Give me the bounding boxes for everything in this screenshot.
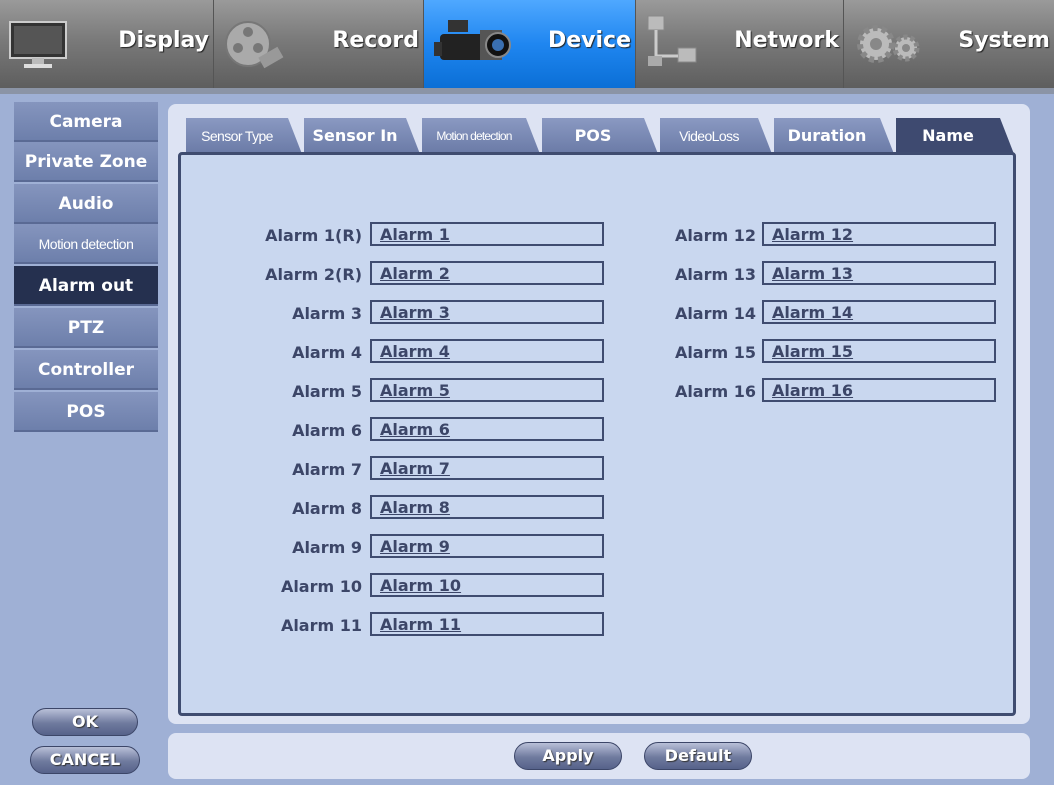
alarm-label: Alarm 8	[292, 499, 362, 518]
apply-button[interactable]: Apply	[514, 742, 622, 770]
sidebar-item-private-zone[interactable]: Private Zone	[14, 142, 158, 182]
alarm-name-field[interactable]: Alarm 14	[762, 300, 996, 324]
sidebar-item-alarm-out[interactable]: Alarm out	[14, 266, 158, 306]
sidebar-item-motion-detection[interactable]: Motion detection	[14, 224, 158, 264]
alarm-name-field[interactable]: Alarm 2	[370, 261, 604, 285]
alarm-name-field[interactable]: Alarm 10	[370, 573, 604, 597]
alarm-label: Alarm 15	[674, 343, 756, 362]
menu-label-network: Network	[734, 28, 839, 53]
alarm-label: Alarm 13	[674, 265, 756, 284]
alarm-name-field[interactable]: Alarm 13	[762, 261, 996, 285]
alarm-name-field[interactable]: Alarm 12	[762, 222, 996, 246]
alarm-name-field[interactable]: Alarm 5	[370, 378, 604, 402]
monitor-icon	[6, 12, 70, 80]
film-reel-icon	[220, 12, 284, 80]
camcorder-icon	[430, 12, 516, 80]
alarm-label: Alarm 12	[674, 226, 756, 245]
menu-label-system: System	[958, 28, 1050, 53]
sidebar-item-ptz[interactable]: PTZ	[14, 308, 158, 348]
tab-motion-detection[interactable]: Motion detection	[422, 118, 540, 154]
sidebar-item-pos[interactable]: POS	[14, 392, 158, 432]
alarm-label: Alarm 10	[280, 577, 362, 596]
tab-sensor-type[interactable]: Sensor Type	[186, 118, 302, 154]
alarm-name-field[interactable]: Alarm 11	[370, 612, 604, 636]
sidebar-item-audio[interactable]: Audio	[14, 184, 158, 224]
alarm-label: Alarm 16	[674, 382, 756, 401]
alarm-name-field[interactable]: Alarm 6	[370, 417, 604, 441]
menu-label-device: Device	[547, 28, 631, 53]
alarm-name-field[interactable]: Alarm 9	[370, 534, 604, 558]
default-button[interactable]: Default	[644, 742, 752, 770]
top-menu-bar: Display Record Device Network System	[0, 0, 1054, 94]
menu-tab-display[interactable]: Display	[0, 0, 214, 88]
network-icon	[642, 12, 706, 80]
alarm-label: Alarm 9	[292, 538, 362, 557]
tab-videoloss[interactable]: VideoLoss	[660, 118, 772, 154]
gears-icon	[850, 12, 930, 80]
alarm-name-field[interactable]: Alarm 15	[762, 339, 996, 363]
sidebar-item-camera[interactable]: Camera	[14, 102, 158, 142]
alarm-name-field[interactable]: Alarm 3	[370, 300, 604, 324]
alarm-name-field[interactable]: Alarm 16	[762, 378, 996, 402]
menu-tab-device[interactable]: Device	[424, 0, 636, 88]
alarm-name-field[interactable]: Alarm 8	[370, 495, 604, 519]
alarm-label: Alarm 5	[292, 382, 362, 401]
alarm-name-field[interactable]: Alarm 1	[370, 222, 604, 246]
menu-tab-network[interactable]: Network	[636, 0, 844, 88]
menu-tab-system[interactable]: System	[844, 0, 1054, 88]
alarm-label: Alarm 11	[280, 616, 362, 635]
tab-name[interactable]: Name	[896, 118, 1014, 154]
alarm-label: Alarm 4	[292, 343, 362, 362]
alarm-label: Alarm 7	[292, 460, 362, 479]
cancel-button[interactable]: CANCEL	[30, 746, 140, 774]
tab-pos[interactable]: POS	[542, 118, 658, 154]
menu-label-display: Display	[118, 28, 209, 53]
tab-sensor-in[interactable]: Sensor In	[304, 118, 420, 154]
alarm-label: Alarm 1(R)	[265, 226, 362, 245]
menu-label-record: Record	[332, 28, 419, 53]
alarm-name-field[interactable]: Alarm 7	[370, 456, 604, 480]
alarm-label: Alarm 14	[674, 304, 756, 323]
alarm-label: Alarm 6	[292, 421, 362, 440]
menu-tab-record[interactable]: Record	[214, 0, 424, 88]
alarm-label: Alarm 2(R)	[265, 265, 362, 284]
sidebar-item-controller[interactable]: Controller	[14, 350, 158, 390]
ok-button[interactable]: OK	[32, 708, 138, 736]
alarm-label: Alarm 3	[292, 304, 362, 323]
alarm-name-field[interactable]: Alarm 4	[370, 339, 604, 363]
tab-duration[interactable]: Duration	[774, 118, 894, 154]
